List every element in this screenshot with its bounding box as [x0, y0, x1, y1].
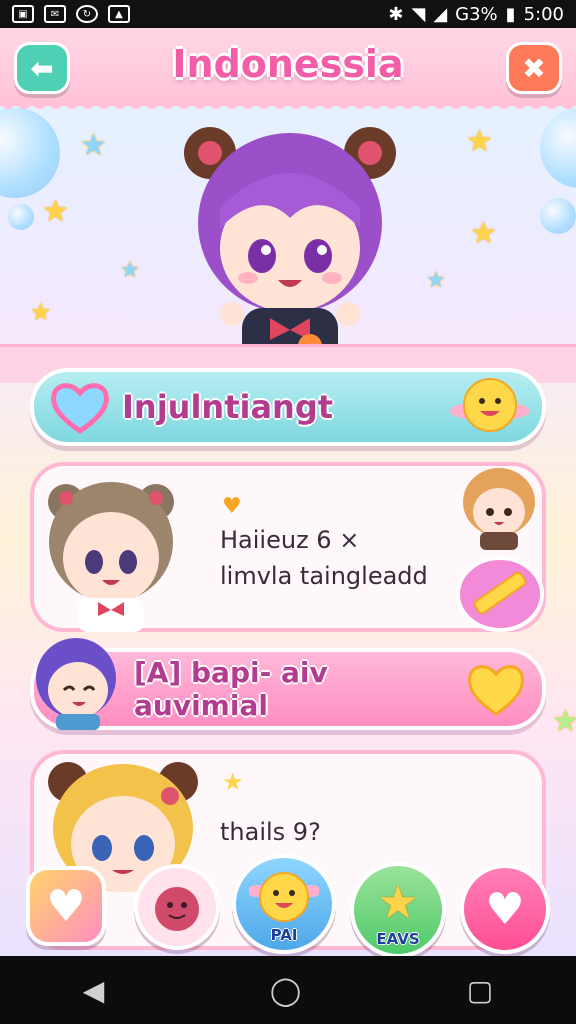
- info-card-1-line2: limvla taingleadd: [220, 562, 428, 590]
- info-card-1[interactable]: ♥ Haiieuz 6 × limvla taingleadd: [30, 462, 546, 632]
- pencil-badge-icon: [456, 556, 544, 632]
- heart-sticker-icon: ♥: [222, 494, 242, 519]
- star-decoration: ★: [120, 258, 140, 283]
- status-bar: ▣ ✉ ↻ ▲ ✱ ◥ ◢ G3% ▮ 5:00: [0, 0, 576, 28]
- dock-bear-button[interactable]: [134, 864, 220, 950]
- sync-notification-icon: ↻: [76, 5, 98, 23]
- star-decoration: ★: [426, 268, 446, 293]
- battery-text: G3%: [455, 3, 498, 25]
- bapi-label: [A] bapi- aiv auvimial: [134, 656, 328, 722]
- brunette-girl-avatar: [48, 482, 174, 632]
- white-heart-icon: ♥: [485, 883, 525, 935]
- star-decoration: ★: [470, 216, 497, 251]
- signal-icon: ◢: [433, 3, 448, 25]
- heart-icon: [51, 383, 109, 435]
- battery-icon: ▮: [505, 3, 516, 25]
- wifi-icon: ◥: [411, 3, 426, 25]
- dock-eavs-button[interactable]: ★ EAVS: [350, 862, 446, 956]
- recents-nav-icon[interactable]: ▢: [467, 974, 493, 1007]
- header-scallop: [0, 98, 576, 109]
- star-decoration: ★: [42, 194, 69, 229]
- dock-pai-button[interactable]: PAI: [232, 854, 336, 954]
- mail-notification-icon: ✉: [44, 5, 66, 23]
- page-title: Indonessia: [172, 42, 404, 86]
- close-icon: ✖: [522, 51, 546, 85]
- dock-eavs-label: EAVS: [376, 930, 420, 948]
- info-card-1-line1: Haiieuz 6 ×: [220, 526, 360, 554]
- image-notification-icon: ▣: [12, 5, 34, 23]
- star-decoration: ★: [552, 704, 576, 739]
- star-decoration: ★: [80, 128, 107, 163]
- game-screen: ★ ★ ★ ★ ★ ★ ★ ★ ⬅ Indonessia ✖ Injulntia…: [0, 28, 576, 956]
- blonde-boy-avatar: [463, 468, 535, 550]
- hero-character: [184, 127, 396, 368]
- dock-heart-circle-button[interactable]: ♥: [460, 864, 550, 954]
- info-card-2-line1: thails 9?: [220, 818, 321, 846]
- bubble-decoration: [540, 108, 576, 188]
- smiley-mascot-icon: [249, 872, 319, 922]
- dock-pai-label: PAI: [270, 926, 298, 944]
- injulntiangt-label: Injulntiangt: [122, 388, 334, 426]
- purple-hair-boy-avatar: [36, 638, 116, 730]
- gallery-notification-icon: ▲: [108, 5, 130, 23]
- smiley-planet-icon: [450, 378, 530, 432]
- bapi-button[interactable]: [A] bapi- aiv auvimial: [30, 638, 546, 730]
- dock-heart-button[interactable]: ♥: [26, 866, 106, 946]
- bubble-decoration: [8, 204, 34, 230]
- heart-icon: ♥: [46, 880, 86, 932]
- bubble-decoration: [540, 198, 576, 234]
- star-decoration: ★: [30, 298, 52, 326]
- star-sticker-icon: ★: [222, 768, 244, 796]
- bluetooth-icon: ✱: [388, 3, 404, 25]
- back-nav-icon[interactable]: ◀: [83, 974, 105, 1007]
- close-button[interactable]: ✖: [506, 42, 562, 94]
- injulntiangt-button[interactable]: Injulntiangt: [30, 368, 546, 446]
- clock: 5:00: [523, 3, 564, 25]
- bubble-decoration: [0, 108, 60, 198]
- star-decoration: ★: [466, 124, 493, 159]
- star-icon: ★: [377, 875, 419, 929]
- system-nav-bar: ◀ ◯ ▢: [0, 956, 576, 1024]
- home-nav-icon[interactable]: ◯: [270, 974, 301, 1007]
- yellow-heart-icon: [468, 665, 524, 716]
- bear-face-icon: [155, 887, 199, 931]
